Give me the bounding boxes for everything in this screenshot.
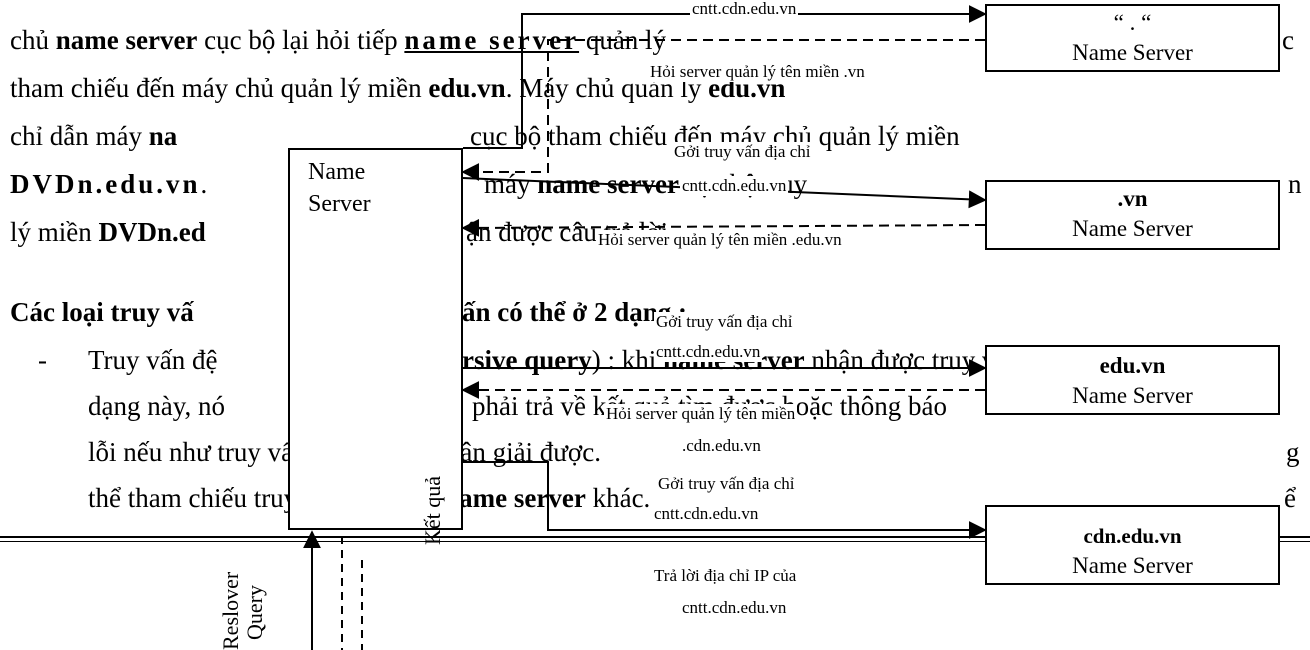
root-name-server-box: “ . “ Name Server bbox=[985, 4, 1280, 72]
vn-name-server-box: .vn Name Server bbox=[985, 180, 1280, 250]
cdn-edu-vn-name-server-name: cdn.edu.vn bbox=[1083, 524, 1182, 548]
edu-vn-name-server-name: edu.vn bbox=[1099, 353, 1166, 378]
cdn-edu-vn-name-server-label: Name Server bbox=[1072, 553, 1193, 578]
local-name-server-line-2: Server bbox=[308, 191, 371, 217]
caption-cdn-query-2: cntt.cdn.edu.vn bbox=[652, 504, 761, 524]
caption-vn-reply: Hỏi server quản lý tên miền .edu.vn bbox=[596, 230, 844, 250]
caption-vn-query-1: Gởi truy vấn địa chỉ bbox=[672, 142, 813, 162]
vertical-label-result: Kết quả bbox=[420, 475, 445, 545]
cdn-edu-vn-name-server-box: cdn.edu.vn Name Server bbox=[985, 505, 1280, 585]
caption-ip-reply-2: cntt.cdn.edu.vn bbox=[680, 598, 789, 618]
caption-edu-reply-2: .cdn.edu.vn bbox=[680, 436, 763, 456]
edu-vn-name-server-label: Name Server bbox=[1072, 383, 1193, 408]
vertical-label-resolver: Reslover bbox=[218, 571, 243, 650]
vn-name-server-label: Name Server bbox=[1072, 216, 1193, 241]
root-name-server-name: “ . “ bbox=[1113, 10, 1152, 35]
caption-vn-query-2: cntt.cdn.edu.vn bbox=[680, 176, 789, 196]
arrow-from-vn bbox=[461, 218, 986, 237]
edu-vn-name-server-box: edu.vn Name Server bbox=[985, 345, 1280, 415]
caption-ip-reply-1: Trả lời địa chỉ IP của bbox=[652, 566, 799, 586]
caption-edu-reply-1: Hỏi server quản lý tên miền bbox=[604, 404, 798, 424]
caption-edu-query-2: cntt.cdn.edu.vn bbox=[654, 342, 763, 362]
root-name-server-label: Name Server bbox=[1072, 40, 1193, 65]
vertical-label-query: Query bbox=[242, 585, 267, 640]
caption-root-reply: Hỏi server quản lý tên miền .vn bbox=[648, 62, 867, 82]
caption-root-query: cntt.cdn.edu.vn bbox=[690, 0, 799, 19]
caption-edu-query-1: Gởi truy vấn địa chỉ bbox=[654, 312, 795, 332]
local-name-server-box: Name Server bbox=[288, 148, 463, 530]
vn-name-server-name: .vn bbox=[1117, 186, 1148, 211]
local-name-server-line-1: Name bbox=[308, 159, 366, 185]
caption-cdn-query-1: Gởi truy vấn địa chỉ bbox=[656, 474, 797, 494]
